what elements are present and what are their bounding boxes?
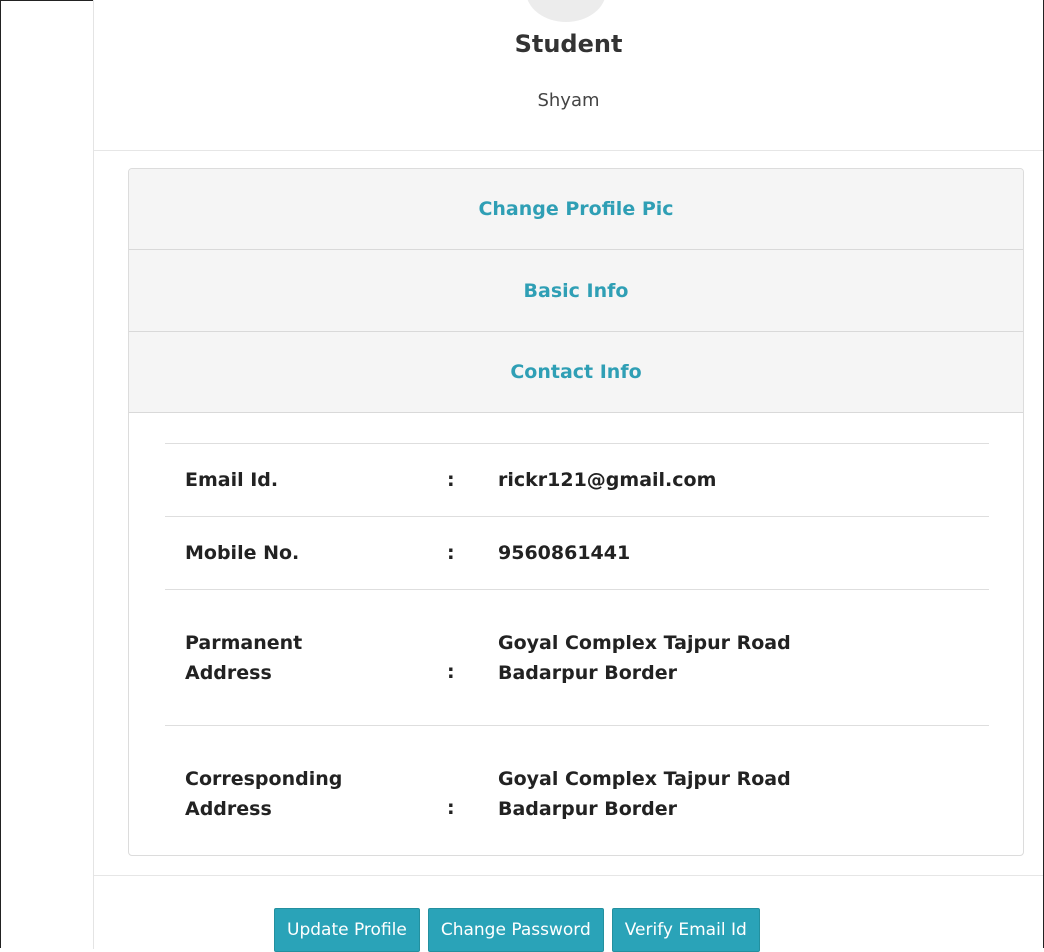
divider-bottom xyxy=(94,875,1043,876)
corresponding-address-line1: Goyal Complex Tajpur Road xyxy=(498,767,791,790)
permanent-address-line2: Badarpur Border xyxy=(498,661,677,684)
profile-role: Student xyxy=(514,30,623,58)
divider-top xyxy=(94,150,1043,151)
accordion-basic-info[interactable]: Basic Info xyxy=(129,250,1023,332)
permanent-address-label-line2: Address xyxy=(185,661,272,684)
mobile-colon: : xyxy=(446,516,498,590)
contact-info-table: Email Id. : rickr121@gmail.com Mobile No… xyxy=(165,443,989,855)
avatar xyxy=(526,0,606,22)
corresponding-address-value: Goyal Complex Tajpur Road Badarpur Borde… xyxy=(498,725,989,855)
action-buttons: Update Profile Change Password Verify Em… xyxy=(274,908,760,952)
update-profile-button[interactable]: Update Profile xyxy=(274,908,420,952)
accordion-contact-info[interactable]: Contact Info xyxy=(129,332,1023,413)
mobile-value: 9560861441 xyxy=(498,516,989,590)
permanent-address-label: Parmanent Address xyxy=(165,589,446,726)
corresponding-address-label-line2: Address xyxy=(185,797,272,820)
email-colon: : xyxy=(446,443,498,517)
corresponding-address-label: Corresponding Address xyxy=(165,725,446,855)
contact-info-body: Email Id. : rickr121@gmail.com Mobile No… xyxy=(165,443,989,855)
table-row: Mobile No. : 9560861441 xyxy=(165,516,989,590)
permanent-address-line1: Goyal Complex Tajpur Road xyxy=(498,631,791,654)
profile-panel: Student Shyam Change Profile Pic Basic I… xyxy=(93,0,1043,952)
email-label: Email Id. xyxy=(165,443,446,517)
table-row: Parmanent Address : Goyal Complex Tajpur… xyxy=(165,589,989,726)
profile-accordion: Change Profile Pic Basic Info Contact In… xyxy=(128,168,1024,856)
accordion-change-profile-pic[interactable]: Change Profile Pic xyxy=(129,169,1023,250)
profile-name: Shyam xyxy=(537,90,600,111)
permanent-address-colon: : xyxy=(446,589,498,726)
permanent-address-label-line1: Parmanent xyxy=(185,631,303,654)
permanent-address-value: Goyal Complex Tajpur Road Badarpur Borde… xyxy=(498,589,989,726)
corresponding-address-line2: Badarpur Border xyxy=(498,797,677,820)
change-password-button[interactable]: Change Password xyxy=(427,908,604,952)
table-row: Corresponding Address : Goyal Complex Ta… xyxy=(165,725,989,855)
email-value: rickr121@gmail.com xyxy=(498,443,989,517)
table-row: Email Id. : rickr121@gmail.com xyxy=(165,443,989,517)
verify-email-button[interactable]: Verify Email Id xyxy=(611,908,760,952)
corresponding-address-colon: : xyxy=(446,725,498,855)
mobile-label: Mobile No. xyxy=(165,516,446,590)
corresponding-address-label-line1: Corresponding xyxy=(185,767,343,790)
